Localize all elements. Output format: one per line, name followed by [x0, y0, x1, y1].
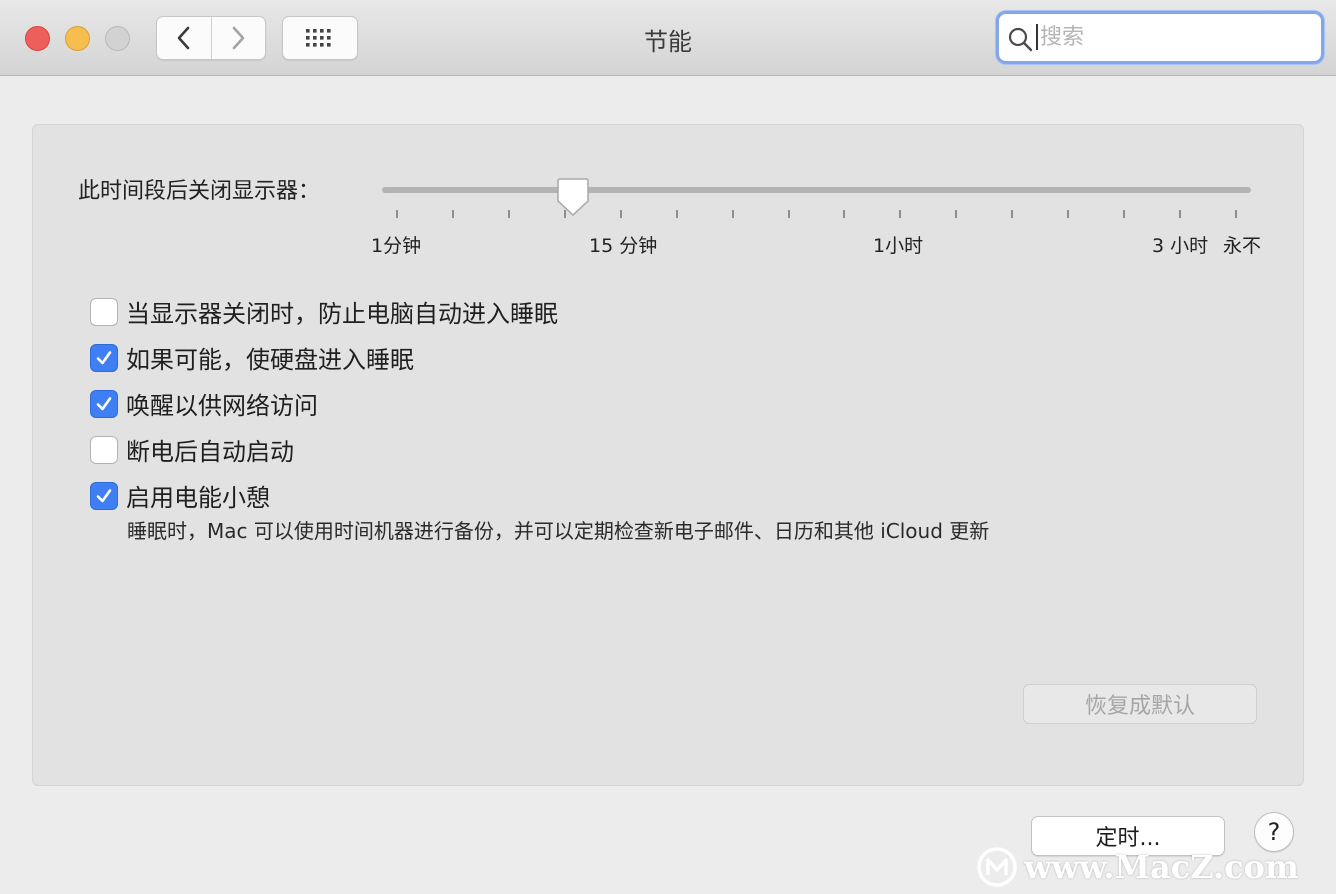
checkbox[interactable]	[90, 435, 118, 464]
tick-label-never: 永不	[1223, 235, 1262, 257]
display-sleep-label: 此时间段后关闭显示器：	[78, 179, 321, 204]
energy-saver-panel: 此时间段后关闭显示器： 1分钟 15 分钟 1小时 3 小时 永不 当显示器关闭…	[32, 124, 1304, 786]
back-button[interactable]	[157, 17, 211, 59]
back-chevron-icon	[177, 26, 190, 50]
watermark-text: www.MacZ.com	[1024, 848, 1299, 886]
option-label: 如果可能，使硬盘进入睡眠	[126, 346, 414, 374]
slider-tick	[1011, 210, 1014, 218]
tick-label-3-hours: 3 小时	[1152, 235, 1209, 257]
macz-logo-icon	[977, 847, 1017, 887]
slider-thumb-icon[interactable]	[556, 177, 590, 217]
search-input[interactable]	[1040, 19, 1310, 55]
tick-label-1-hour: 1小时	[873, 235, 924, 257]
display-sleep-slider-track[interactable]	[382, 187, 1251, 193]
window-titlebar: 节能	[0, 0, 1336, 76]
watermark: www.MacZ.com	[976, 846, 1299, 888]
checkbox[interactable]	[90, 343, 118, 372]
slider-tick	[955, 210, 958, 218]
forward-chevron-icon	[232, 26, 245, 50]
checkmark-icon	[96, 396, 112, 410]
text-caret	[1036, 24, 1038, 50]
power-nap-description: 睡眠时，Mac 可以使用时间机器进行备份，并可以定期检查新电子邮件、日历和其他 …	[127, 519, 990, 543]
slider-tick	[1123, 210, 1126, 218]
option-label: 断电后自动启动	[126, 438, 294, 466]
checkbox[interactable]	[90, 481, 118, 510]
slider-tick	[619, 210, 622, 218]
slider-tick	[675, 210, 678, 218]
forward-button[interactable]	[210, 17, 266, 59]
checkbox[interactable]	[90, 297, 118, 326]
slider-tick	[1179, 210, 1182, 218]
slider-tick	[843, 210, 846, 218]
navigation-buttons	[156, 16, 266, 60]
option-power-nap[interactable]: 启用电能小憩	[90, 478, 270, 513]
checkmark-icon	[96, 350, 112, 364]
search-field[interactable]	[996, 11, 1324, 64]
close-window-button[interactable]	[25, 26, 50, 51]
show-all-button[interactable]	[282, 16, 358, 60]
tick-label-15-minutes: 15 分钟	[589, 235, 658, 257]
tick-label-1-minute: 1分钟	[371, 235, 422, 257]
zoom-window-button	[105, 26, 130, 51]
option-auto-restart[interactable]: 断电后自动启动	[90, 432, 294, 467]
window-title: 节能	[644, 28, 692, 56]
slider-tick	[451, 210, 454, 218]
option-hard-disk-sleep[interactable]: 如果可能，使硬盘进入睡眠	[90, 340, 414, 375]
slider-tick	[507, 210, 510, 218]
restore-defaults-button[interactable]: 恢复成默认	[1023, 684, 1257, 724]
checkbox[interactable]	[90, 389, 118, 418]
slider-tick	[1067, 210, 1070, 218]
option-prevent-sleep[interactable]: 当显示器关闭时，防止电脑自动进入睡眠	[90, 294, 558, 329]
minimize-window-button[interactable]	[65, 26, 90, 51]
slider-tick	[563, 210, 566, 218]
option-label: 启用电能小憩	[126, 484, 270, 512]
checkmark-icon	[96, 488, 112, 502]
option-wake-network[interactable]: 唤醒以供网络访问	[90, 386, 318, 421]
search-icon	[1008, 27, 1033, 52]
grid-icon	[306, 29, 331, 47]
slider-tick	[731, 210, 734, 218]
slider-tick	[899, 210, 902, 218]
slider-tick	[396, 210, 398, 218]
option-label: 当显示器关闭时，防止电脑自动进入睡眠	[126, 300, 558, 328]
option-label: 唤醒以供网络访问	[126, 392, 318, 420]
slider-tick	[787, 210, 790, 218]
slider-tick	[1235, 210, 1237, 218]
